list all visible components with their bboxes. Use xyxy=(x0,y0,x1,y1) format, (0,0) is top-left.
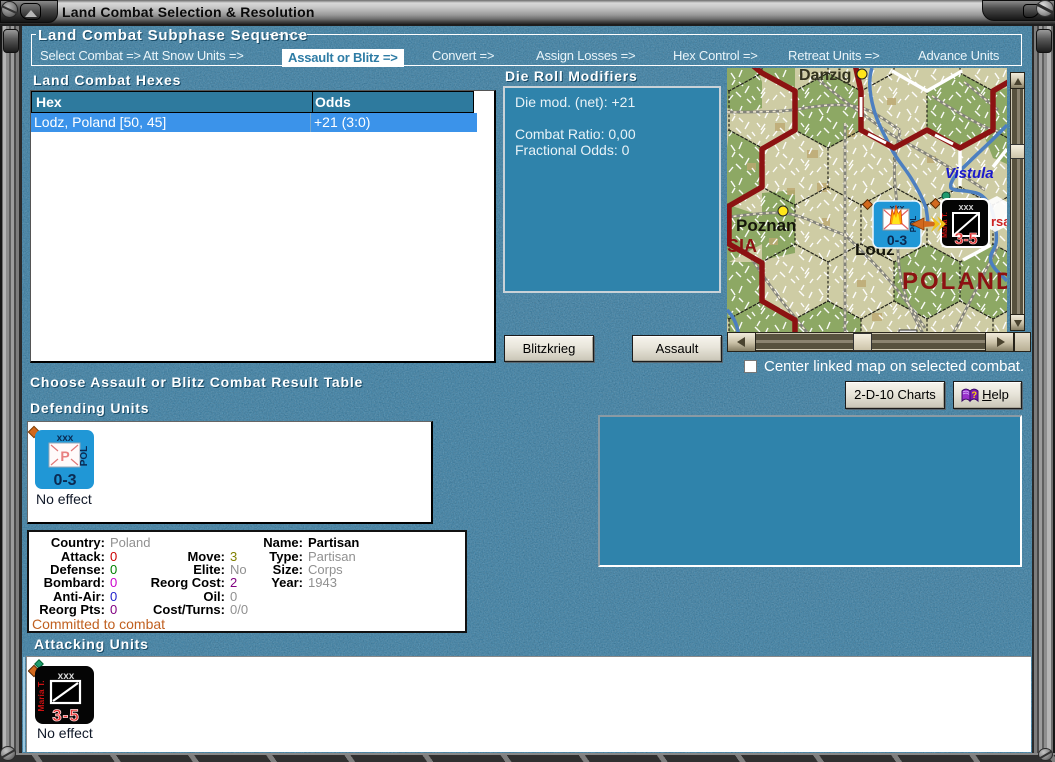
svg-text:POLAND: POLAND xyxy=(902,268,1007,295)
svg-text:Maria T.: Maria T. xyxy=(36,680,46,711)
svg-text:xxx: xxx xyxy=(958,202,973,212)
svg-text:0-3: 0-3 xyxy=(53,472,76,489)
svg-text:SIA: SIA xyxy=(727,236,757,256)
svg-text:3-5: 3-5 xyxy=(954,231,977,248)
svg-text:P: P xyxy=(60,448,69,464)
svg-text:?: ? xyxy=(972,390,978,400)
svg-text:Poznan: Poznan xyxy=(736,216,796,235)
svg-text:No effect: No effect xyxy=(36,491,92,507)
svg-text:POL: POL xyxy=(79,446,90,467)
svg-text:Vistula: Vistula xyxy=(945,165,994,182)
svg-text:Danzig: Danzig xyxy=(799,68,851,84)
svg-text:3-5: 3-5 xyxy=(52,706,80,725)
svg-text:0-3: 0-3 xyxy=(887,232,907,248)
svg-text:rsaw: rsaw xyxy=(991,214,1007,229)
svg-text:xxx: xxx xyxy=(57,433,74,444)
svg-text:No effect: No effect xyxy=(37,725,93,741)
